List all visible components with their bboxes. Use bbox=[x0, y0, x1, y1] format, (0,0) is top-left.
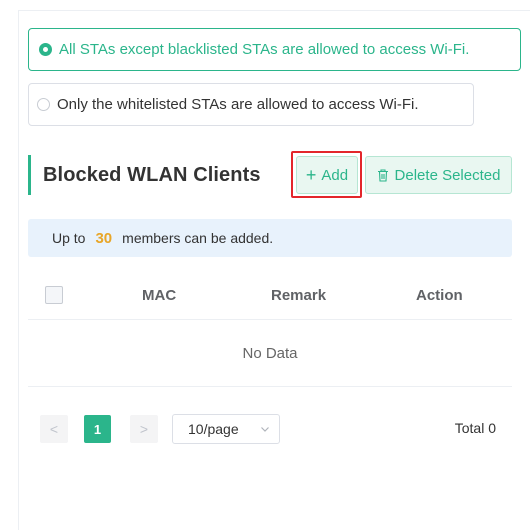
radio-option-whitelist[interactable]: Only the whitelisted STAs are allowed to… bbox=[28, 83, 474, 126]
total-count: Total 0 bbox=[454, 420, 496, 436]
column-header-remark: Remark bbox=[271, 287, 327, 304]
add-button-label: Add bbox=[321, 166, 349, 184]
member-limit-info: Up to 30 members can be added. bbox=[28, 219, 512, 257]
section-header: Blocked WLAN Clients bbox=[28, 155, 261, 195]
delete-selected-button[interactable]: Delete Selected bbox=[365, 156, 512, 194]
max-members-count: 30 bbox=[95, 229, 113, 247]
chevron-down-icon bbox=[261, 427, 269, 432]
column-header-action: Action bbox=[416, 287, 463, 304]
page-size-value: 10/page bbox=[188, 421, 239, 437]
page-size-select[interactable]: 10/page bbox=[172, 414, 280, 444]
chevron-left-icon: < bbox=[49, 421, 59, 437]
chevron-right-icon: > bbox=[139, 421, 149, 437]
empty-table-message: No Data bbox=[28, 321, 512, 387]
radio-checked-icon bbox=[39, 43, 52, 56]
info-prefix: Up to bbox=[52, 230, 86, 246]
section-accent-bar bbox=[28, 155, 31, 195]
section-title: Blocked WLAN Clients bbox=[43, 163, 261, 186]
page-number-1[interactable]: 1 bbox=[84, 415, 111, 443]
radio-unchecked-icon bbox=[37, 98, 50, 111]
info-suffix: members can be added. bbox=[122, 230, 274, 246]
plus-icon: + bbox=[305, 165, 317, 185]
radio-option-blacklist-label: All STAs except blacklisted STAs are all… bbox=[59, 41, 470, 58]
prev-page-button[interactable]: < bbox=[40, 415, 68, 443]
radio-option-blacklist[interactable]: All STAs except blacklisted STAs are all… bbox=[28, 28, 521, 71]
column-header-mac: MAC bbox=[142, 287, 177, 304]
delete-selected-label: Delete Selected bbox=[394, 166, 501, 184]
radio-option-whitelist-label: Only the whitelisted STAs are allowed to… bbox=[57, 96, 419, 113]
next-page-button[interactable]: > bbox=[130, 415, 158, 443]
trash-icon bbox=[377, 168, 388, 182]
add-button[interactable]: + Add bbox=[296, 156, 358, 194]
table-header: MAC Remark Action bbox=[28, 276, 512, 320]
select-all-checkbox[interactable] bbox=[45, 286, 63, 304]
